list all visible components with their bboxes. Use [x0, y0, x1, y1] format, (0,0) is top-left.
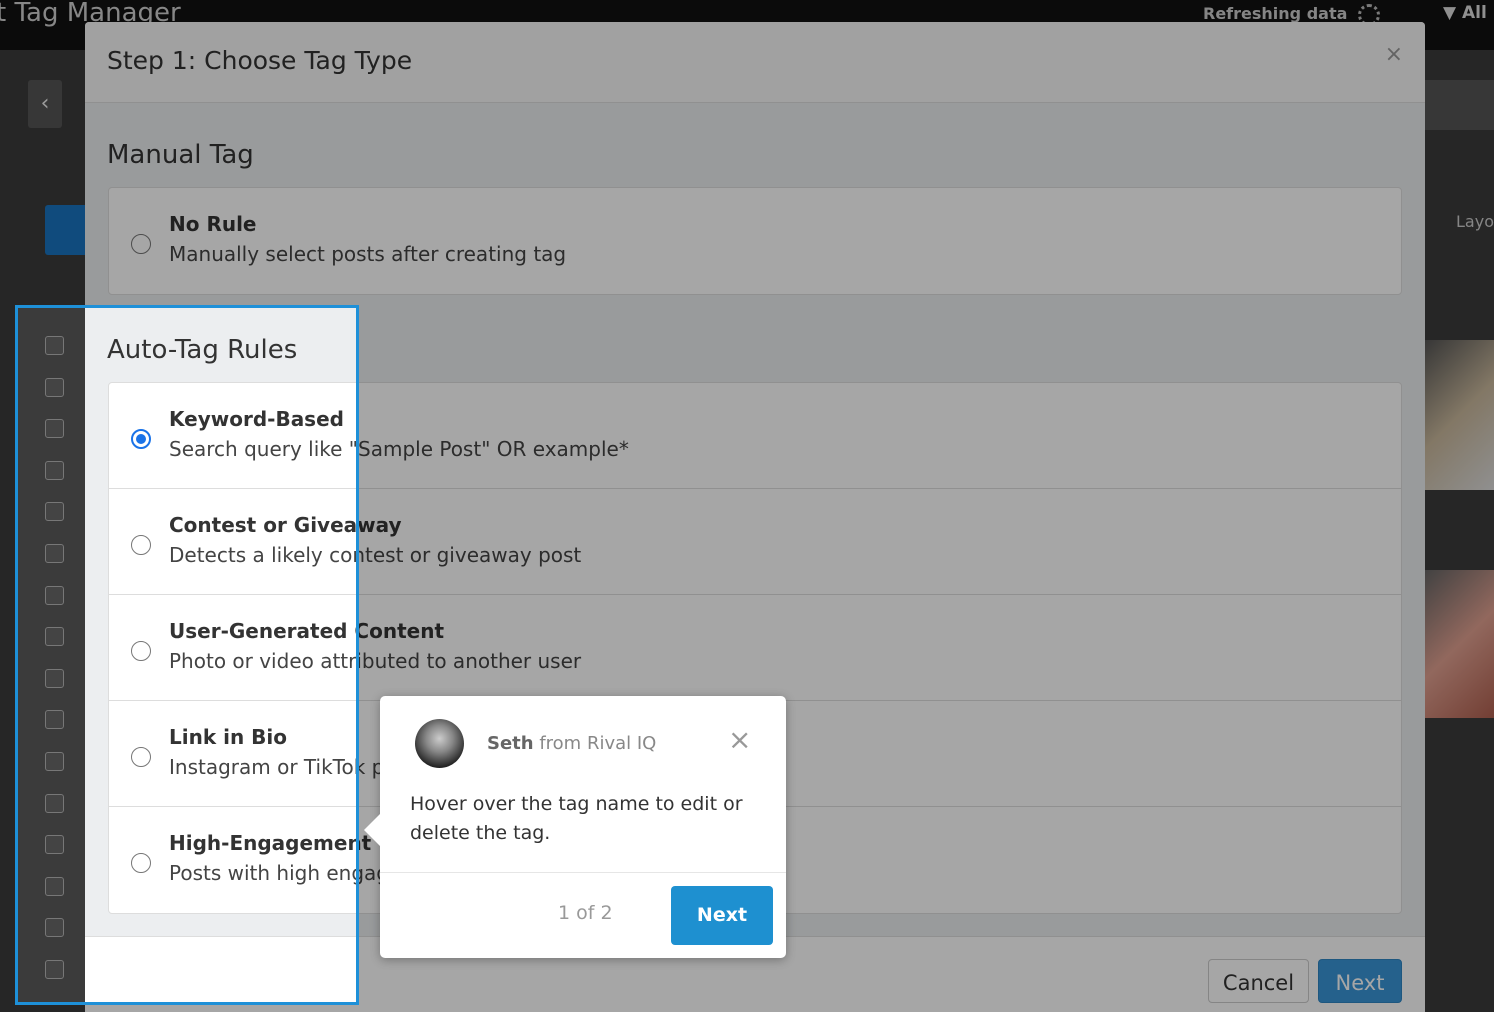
cancel-button[interactable]: Cancel	[1208, 959, 1309, 1003]
sender-name: Seth	[487, 733, 534, 754]
option-title: Link in Bio	[169, 725, 287, 749]
manual-tag-heading: Manual Tag	[107, 140, 254, 170]
step-counter: 1 of 2	[558, 902, 613, 924]
option-description: Manually select posts after creating tag	[169, 242, 567, 266]
divider	[380, 872, 786, 873]
radio-button[interactable]	[131, 641, 151, 661]
modal-title: Step 1: Choose Tag Type	[107, 46, 413, 75]
option-keyword-based[interactable]: Keyword-Based Search query like "Sample …	[109, 383, 1401, 489]
radio-button[interactable]	[131, 747, 151, 767]
radio-button-selected[interactable]	[131, 429, 151, 449]
primary-action-button[interactable]	[45, 205, 90, 255]
manual-tag-options: No Rule Manually select posts after crea…	[108, 187, 1402, 295]
option-description: Posts with high engag	[169, 861, 389, 885]
option-user-generated-content[interactable]: User-Generated Content Photo or video at…	[109, 595, 1401, 701]
checkbox[interactable]	[45, 918, 64, 938]
auto-tag-heading: Auto-Tag Rules	[107, 335, 298, 365]
checkbox[interactable]	[45, 835, 64, 855]
option-description: Detects a likely contest or giveaway pos…	[169, 543, 582, 567]
option-contest-giveaway[interactable]: Contest or Giveaway Detects a likely con…	[109, 489, 1401, 595]
post-thumbnail[interactable]	[1425, 340, 1494, 490]
checkbox[interactable]	[45, 543, 64, 563]
sender-org: from Rival IQ	[539, 733, 657, 754]
option-title: Contest or Giveaway	[169, 513, 402, 537]
post-thumbnail[interactable]	[1425, 570, 1494, 718]
checkbox[interactable]	[45, 959, 64, 979]
checkbox[interactable]	[45, 336, 64, 355]
option-title: No Rule	[169, 212, 257, 236]
layout-label: Layo	[1456, 212, 1494, 231]
radio-button[interactable]	[131, 535, 151, 555]
checkbox[interactable]	[45, 502, 64, 522]
product-tour-tooltip: Seth from Rival IQ × Hover over the tag …	[364, 696, 786, 958]
close-icon[interactable]: ×	[1385, 42, 1403, 67]
avatar	[415, 719, 464, 768]
tour-next-button[interactable]: Next	[671, 886, 773, 945]
checkbox[interactable]	[45, 419, 64, 439]
back-button[interactable]: ‹	[28, 80, 62, 128]
option-title: Keyword-Based	[169, 407, 344, 431]
option-no-rule[interactable]: No Rule Manually select posts after crea…	[109, 188, 1401, 294]
row-checkboxes	[45, 336, 64, 1002]
checkbox[interactable]	[45, 585, 64, 605]
modal-header: Step 1: Choose Tag Type ×	[85, 22, 1425, 103]
checkbox[interactable]	[45, 627, 64, 647]
radio-button[interactable]	[131, 234, 151, 254]
checkbox[interactable]	[45, 793, 64, 813]
refreshing-status: Refreshing data	[1203, 4, 1348, 23]
tooltip-sender: Seth from Rival IQ	[487, 733, 656, 754]
dropdown[interactable]	[1425, 80, 1494, 130]
close-icon[interactable]: ×	[728, 726, 751, 754]
checkbox[interactable]	[45, 710, 64, 730]
tooltip-message: Hover over the tag name to edit or delet…	[410, 793, 743, 844]
option-description: Photo or video attributed to another use…	[169, 649, 582, 673]
filter-label: All	[1462, 3, 1487, 23]
checkbox[interactable]	[45, 876, 64, 896]
radio-button[interactable]	[131, 853, 151, 873]
checkbox[interactable]	[45, 751, 64, 771]
checkbox[interactable]	[45, 460, 64, 480]
checkbox[interactable]	[45, 668, 64, 688]
option-description: Instagram or TikTok p	[169, 755, 385, 779]
option-title: User-Generated Content	[169, 619, 444, 643]
next-button[interactable]: Next	[1318, 959, 1402, 1003]
filter-button[interactable]: ▼ All	[1443, 3, 1487, 23]
option-description: Search query like "Sample Post" OR examp…	[169, 437, 629, 461]
checkbox[interactable]	[45, 377, 64, 397]
